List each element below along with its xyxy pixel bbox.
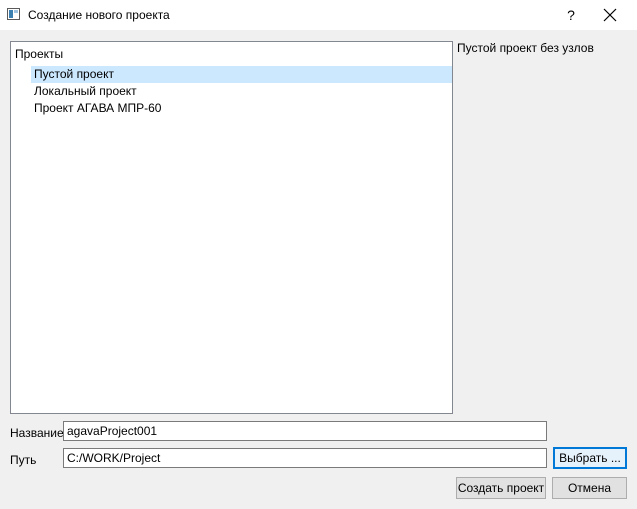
create-project-button[interactable]: Создать проект <box>456 477 546 499</box>
browse-button[interactable]: Выбрать ... <box>553 447 627 469</box>
path-input[interactable] <box>63 448 547 468</box>
help-button[interactable]: ? <box>557 4 585 26</box>
tree-item-local-project[interactable]: Локальный проект <box>31 83 452 100</box>
cancel-button[interactable]: Отмена <box>552 477 627 499</box>
close-button[interactable] <box>598 3 622 27</box>
project-description: Пустой проект без узлов <box>457 41 594 55</box>
name-label: Название <box>10 426 64 440</box>
tree-item-empty-project[interactable]: Пустой проект <box>31 66 452 83</box>
project-tree[interactable]: Проекты Пустой проект Локальный проект П… <box>10 41 453 414</box>
path-label: Путь <box>10 453 37 467</box>
tree-header-projects: Проекты <box>15 47 64 61</box>
close-icon <box>603 8 617 22</box>
tree-item-agava-project[interactable]: Проект АГАВА МПР-60 <box>31 100 452 117</box>
name-input[interactable] <box>63 421 547 441</box>
title-bar: Создание нового проекта ? <box>0 0 637 30</box>
window-title: Создание нового проекта <box>28 8 170 22</box>
app-icon <box>7 8 20 20</box>
